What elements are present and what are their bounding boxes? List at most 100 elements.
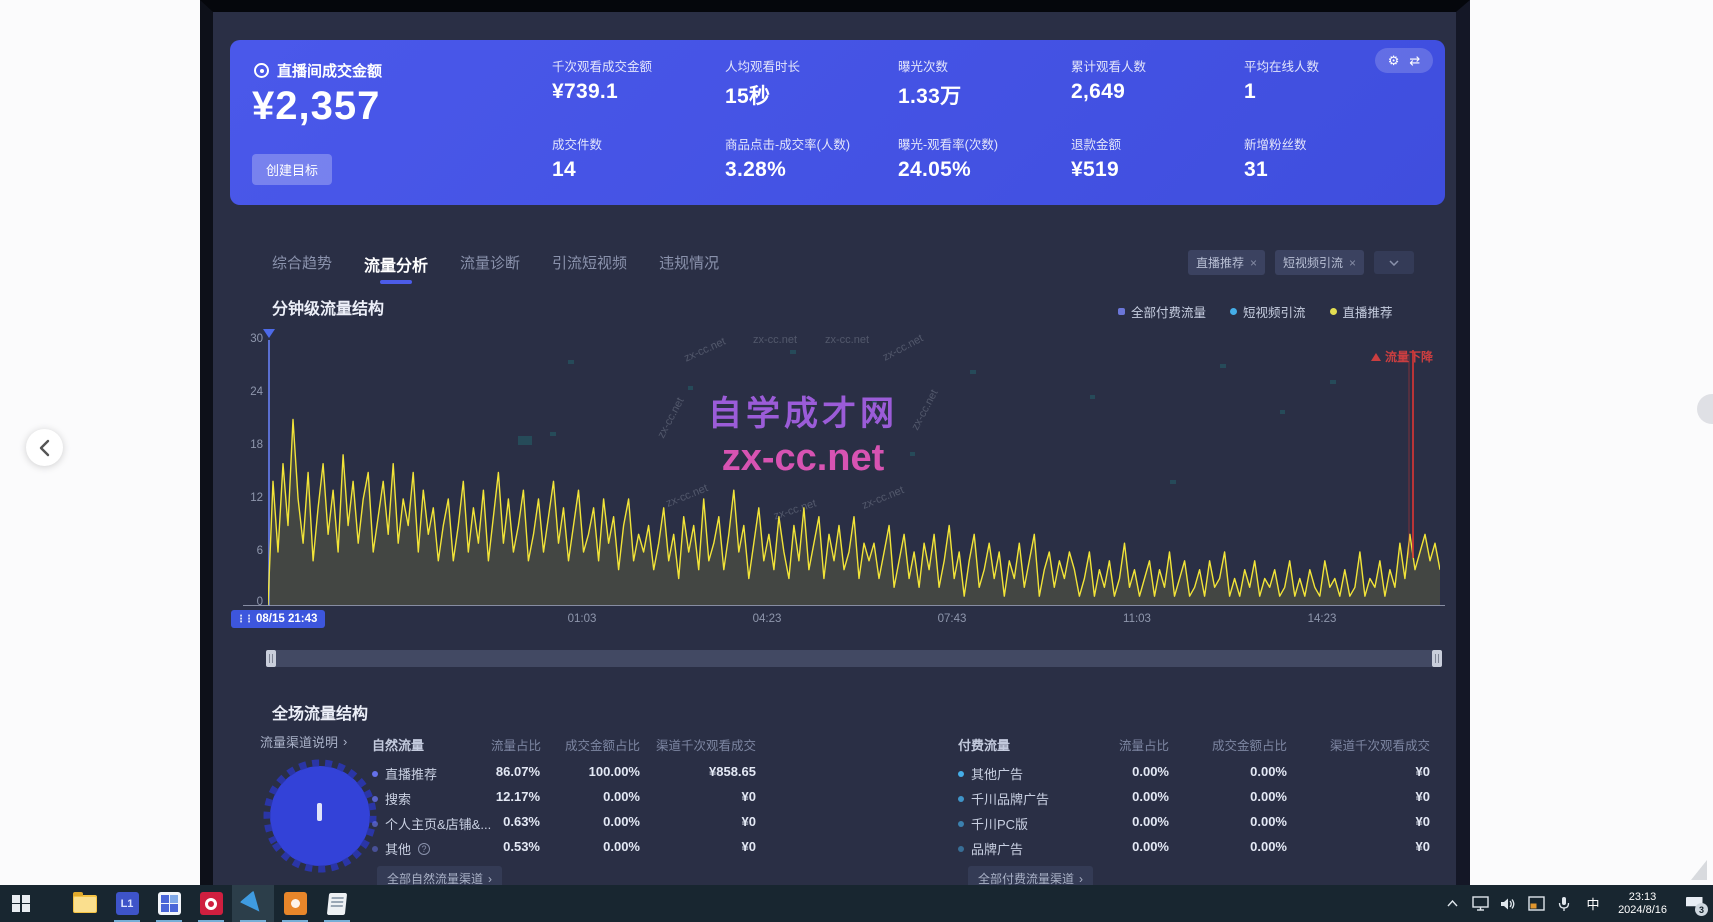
taskbar-app-orange[interactable] bbox=[274, 885, 316, 922]
gear-icon[interactable]: ⚙ bbox=[1388, 53, 1400, 69]
cell-gpm: ¥0 bbox=[656, 789, 756, 804]
metric-cell: 退款金额¥519 bbox=[1071, 134, 1244, 200]
cell-traffic-share: 0.00% bbox=[1099, 764, 1169, 779]
chevron-right-icon: › bbox=[1079, 872, 1083, 886]
cell-gmv-share: 0.00% bbox=[1207, 839, 1287, 854]
taskbar-app-grid[interactable] bbox=[148, 885, 190, 922]
cell-traffic-share: 0.00% bbox=[1099, 814, 1169, 829]
mic-tray-icon[interactable] bbox=[1552, 885, 1576, 922]
tab-short-video[interactable]: 引流短视频 bbox=[552, 252, 627, 284]
back-nav-button[interactable] bbox=[26, 429, 63, 466]
metric-cell: 曝光-观看率(次数)24.05% bbox=[898, 134, 1071, 200]
cell-traffic-share: 86.07% bbox=[470, 764, 540, 779]
folder-icon bbox=[73, 895, 97, 913]
remove-tag-icon[interactable]: × bbox=[1250, 256, 1257, 270]
display-tray-icon[interactable] bbox=[1468, 885, 1492, 922]
tab-traffic-diagnosis[interactable]: 流量诊断 bbox=[460, 252, 520, 284]
y-tick: 30 bbox=[241, 333, 263, 345]
table-row-label[interactable]: 品牌广告 bbox=[958, 839, 1023, 858]
legend-dot-live-recommend bbox=[1330, 308, 1337, 315]
create-goal-button[interactable]: 创建目标 bbox=[252, 154, 332, 185]
cell-gpm: ¥0 bbox=[1330, 789, 1430, 804]
ime-indicator[interactable]: 中 bbox=[1580, 894, 1606, 913]
x-tick: 14:23 bbox=[1308, 613, 1337, 625]
kpi-main-value: ¥2,357 bbox=[252, 84, 380, 129]
paid-table-title: 付费流量 bbox=[958, 735, 1010, 754]
cell-gpm: ¥0 bbox=[1330, 814, 1430, 829]
col-header: 渠道千次观看成交 bbox=[640, 735, 756, 754]
filter-tag-short-video[interactable]: 短视频引流 × bbox=[1275, 250, 1364, 275]
chart-legend: 全部付费流量 短视频引流 直播推荐 bbox=[1118, 302, 1393, 321]
remove-tag-icon[interactable]: × bbox=[1349, 256, 1356, 270]
metric-cell: 成交件数14 bbox=[552, 134, 725, 200]
row-dot bbox=[372, 846, 378, 852]
slider-track[interactable] bbox=[276, 650, 1432, 667]
kpi-card: 直播间成交金额 ¥2,357 创建目标 千次观看成交金额¥739.1 人均观看时… bbox=[230, 40, 1445, 205]
row-dot bbox=[372, 821, 378, 827]
snip-tray-icon[interactable] bbox=[1524, 885, 1548, 922]
tab-overall-trend[interactable]: 综合趋势 bbox=[272, 252, 332, 284]
filter-tags: 直播推荐 × 短视频引流 × bbox=[1188, 250, 1414, 275]
cell-gmv-share: 0.00% bbox=[1207, 789, 1287, 804]
table-row-label[interactable]: 直播推荐 bbox=[372, 764, 437, 783]
chevron-up-icon bbox=[1447, 900, 1458, 907]
action-center-button[interactable]: 3 bbox=[1679, 885, 1709, 922]
cell-gpm: ¥0 bbox=[656, 839, 756, 854]
desktop: 直播间成交金额 ¥2,357 创建目标 千次观看成交金额¥739.1 人均观看时… bbox=[0, 0, 1713, 922]
chevron-right-icon: › bbox=[343, 734, 347, 749]
notepad-icon bbox=[327, 893, 347, 915]
chart-range-slider[interactable] bbox=[268, 650, 1440, 667]
card-tools: ⚙ ⇄ bbox=[1375, 48, 1433, 73]
start-button[interactable] bbox=[0, 885, 42, 922]
tray-expand-button[interactable] bbox=[1440, 885, 1464, 922]
filter-dropdown[interactable] bbox=[1374, 251, 1414, 274]
swap-icon[interactable]: ⇄ bbox=[1409, 53, 1420, 69]
table-row-label[interactable]: 千川品牌广告 bbox=[958, 789, 1049, 808]
table-row-label[interactable]: 千川PC版 bbox=[958, 814, 1028, 833]
y-tick: 0 bbox=[241, 596, 263, 608]
cell-gmv-share: 0.00% bbox=[1207, 764, 1287, 779]
table-row-label[interactable]: 其他? bbox=[372, 839, 430, 858]
col-header: 渠道千次观看成交 bbox=[1314, 735, 1430, 754]
taskbar-app-notepad[interactable] bbox=[316, 885, 358, 922]
pointer-app-icon bbox=[240, 890, 267, 917]
file-explorer-button[interactable] bbox=[64, 885, 106, 922]
volume-tray-icon[interactable] bbox=[1496, 885, 1520, 922]
tray-date: 2024/8/16 bbox=[1618, 904, 1667, 917]
x-axis-start-badge[interactable]: ⋮⋮ 08/15 21:43 bbox=[231, 610, 325, 628]
col-header: 成交金额占比 bbox=[1197, 735, 1287, 754]
legend-item-live-recommend[interactable]: 直播推荐 bbox=[1330, 302, 1393, 321]
taskbar-app-red-o[interactable] bbox=[190, 885, 232, 922]
right-scroll-hint[interactable] bbox=[1697, 394, 1713, 424]
axis-marker-pin bbox=[263, 329, 275, 338]
natural-table-title: 自然流量 bbox=[372, 735, 424, 754]
legend-item-short-video[interactable]: 短视频引流 bbox=[1230, 302, 1306, 321]
cell-gpm: ¥0 bbox=[1330, 764, 1430, 779]
cell-gmv-share: 0.00% bbox=[560, 814, 640, 829]
video-artifacts bbox=[518, 350, 1336, 484]
cell-traffic-share: 0.63% bbox=[470, 814, 540, 829]
info-icon[interactable]: ? bbox=[418, 843, 430, 855]
microphone-icon bbox=[1558, 896, 1570, 912]
y-tick: 24 bbox=[241, 386, 263, 398]
minute-traffic-chart bbox=[268, 340, 1440, 605]
legend-item-paid[interactable]: 全部付费流量 bbox=[1118, 302, 1206, 321]
taskbar-app-pointer-active[interactable] bbox=[232, 885, 274, 922]
system-tray: 中 23:13 2024/8/16 3 bbox=[1440, 885, 1709, 922]
slider-handle-right[interactable] bbox=[1432, 650, 1442, 667]
table-row-label[interactable]: 搜索 bbox=[372, 789, 411, 808]
tray-time: 23:13 bbox=[1618, 891, 1667, 904]
dashboard-window: 直播间成交金额 ¥2,357 创建目标 千次观看成交金额¥739.1 人均观看时… bbox=[200, 0, 1470, 885]
tab-traffic-analysis[interactable]: 流量分析 bbox=[364, 252, 428, 284]
cell-traffic-share: 0.00% bbox=[1099, 839, 1169, 854]
clock[interactable]: 23:13 2024/8/16 bbox=[1610, 891, 1675, 917]
slider-handle-left[interactable] bbox=[266, 650, 276, 667]
tab-violations[interactable]: 违规情况 bbox=[659, 252, 719, 284]
filter-tag-live-recommend[interactable]: 直播推荐 × bbox=[1188, 250, 1265, 275]
taskbar-app-l1[interactable]: L1 bbox=[106, 885, 148, 922]
table-row-label[interactable]: 其他广告 bbox=[958, 764, 1023, 783]
y-tick: 12 bbox=[241, 492, 263, 504]
chevron-down-icon bbox=[1389, 260, 1399, 266]
cell-gpm: ¥858.65 bbox=[656, 764, 756, 779]
channel-explain-link[interactable]: 流量渠道说明› bbox=[260, 732, 347, 751]
